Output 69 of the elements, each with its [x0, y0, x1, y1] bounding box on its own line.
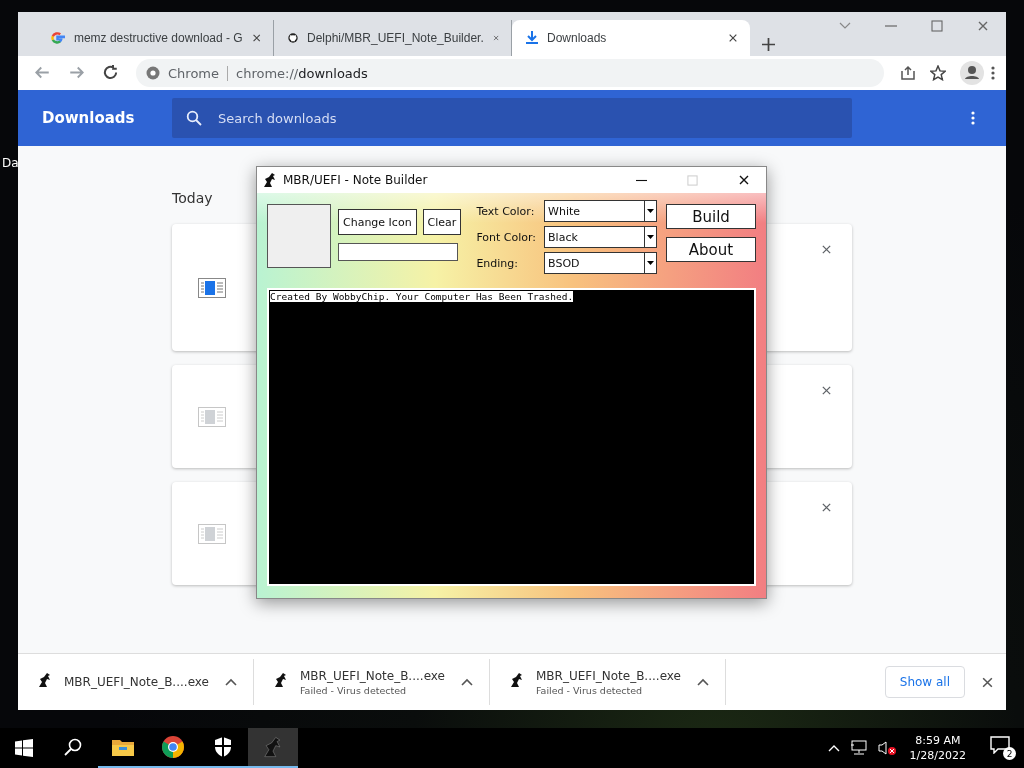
shield-icon[interactable]: [213, 736, 233, 758]
document-icon: [198, 406, 226, 427]
note-text-area[interactable]: Created By WobbyChip. Your Computer Has Been Trashed.: [267, 288, 756, 586]
option-label: Ending:: [476, 256, 519, 270]
file-name[interactable]: MBR_UEFI_Note_B....exe: [64, 675, 213, 689]
section-heading: Today: [172, 190, 214, 206]
muted-speaker-icon[interactable]: [877, 740, 896, 756]
chevron-up-icon[interactable]: [827, 744, 840, 752]
profile-icon[interactable]: [960, 61, 984, 85]
page-title: Downloads: [41, 109, 136, 127]
clock-date[interactable]: 1/28/2022: [909, 749, 966, 762]
change-icon-button[interactable]: Change Icon: [338, 209, 417, 235]
caret-icon[interactable]: [225, 678, 237, 686]
new-tab-icon[interactable]: [762, 38, 775, 51]
dropdown[interactable]: BSOD: [544, 252, 658, 274]
icon-path-field[interactable]: [338, 243, 458, 261]
search-field[interactable]: Search downloads: [172, 98, 852, 138]
close-icon[interactable]: [728, 33, 738, 43]
note-text: Created By WobbyChip. Your Computer Has Been Trashed.: [270, 291, 574, 302]
option-label: Text Color:: [476, 204, 536, 218]
option-label: Font Color:: [476, 230, 537, 244]
figure-icon: [263, 172, 277, 188]
clear-button[interactable]: Clear: [422, 209, 462, 235]
file-name[interactable]: MBR_UEFI_Note_B....exe: [536, 668, 685, 683]
caret-icon: [647, 235, 655, 239]
windows-logo-icon[interactable]: [15, 739, 33, 757]
desktop-icon-label[interactable]: Da: [2, 156, 19, 170]
document-icon: [198, 523, 226, 544]
caret-icon: [647, 261, 655, 265]
google-icon: [50, 30, 65, 46]
caret-icon[interactable]: [697, 678, 709, 686]
search-icon: [186, 110, 202, 126]
action-button[interactable]: Build: [666, 204, 756, 229]
search-icon[interactable]: [63, 737, 83, 757]
share-icon[interactable]: [900, 65, 916, 81]
document-icon: [198, 277, 226, 298]
clock-time[interactable]: 8:59 AM: [915, 734, 961, 747]
menu-icon[interactable]: [970, 110, 976, 126]
maximize-icon: [687, 174, 698, 186]
menu-icon[interactable]: [990, 65, 996, 81]
network-icon[interactable]: [849, 740, 868, 756]
close-icon[interactable]: [737, 174, 750, 186]
back-icon[interactable]: [34, 64, 50, 80]
action-button[interactable]: About: [666, 237, 756, 262]
close-icon[interactable]: [981, 675, 994, 689]
figure-icon: [510, 672, 524, 688]
notification-count: 2: [1003, 747, 1016, 760]
download-status: Failed - Virus detected: [536, 684, 644, 696]
figure-icon: [274, 672, 288, 688]
figure-icon: [38, 672, 52, 688]
close-icon[interactable]: [821, 502, 832, 513]
window-title: MBR/UEFI - Note Builder: [283, 173, 429, 187]
forward-icon[interactable]: [68, 64, 84, 80]
file-name[interactable]: MBR_UEFI_Note_B....exe: [300, 668, 449, 683]
dropdown[interactable]: White: [544, 200, 658, 222]
reload-icon[interactable]: [102, 64, 118, 80]
figure-icon[interactable]: [263, 736, 283, 758]
browser-tab[interactable]: Downloads: [512, 20, 750, 56]
folder-icon[interactable]: [111, 737, 135, 757]
address-bar[interactable]: Chrome chrome://downloads: [136, 59, 884, 87]
dropdown[interactable]: Black: [544, 226, 658, 248]
caret-icon: [647, 209, 655, 213]
download-icon: [526, 31, 538, 45]
star-icon[interactable]: [930, 65, 946, 81]
download-status: Failed - Virus detected: [300, 684, 408, 696]
maximize-icon[interactable]: [931, 20, 943, 32]
icon-preview: [267, 204, 331, 268]
caret-icon[interactable]: [461, 678, 473, 686]
show-all-button[interactable]: Show all: [884, 666, 965, 698]
